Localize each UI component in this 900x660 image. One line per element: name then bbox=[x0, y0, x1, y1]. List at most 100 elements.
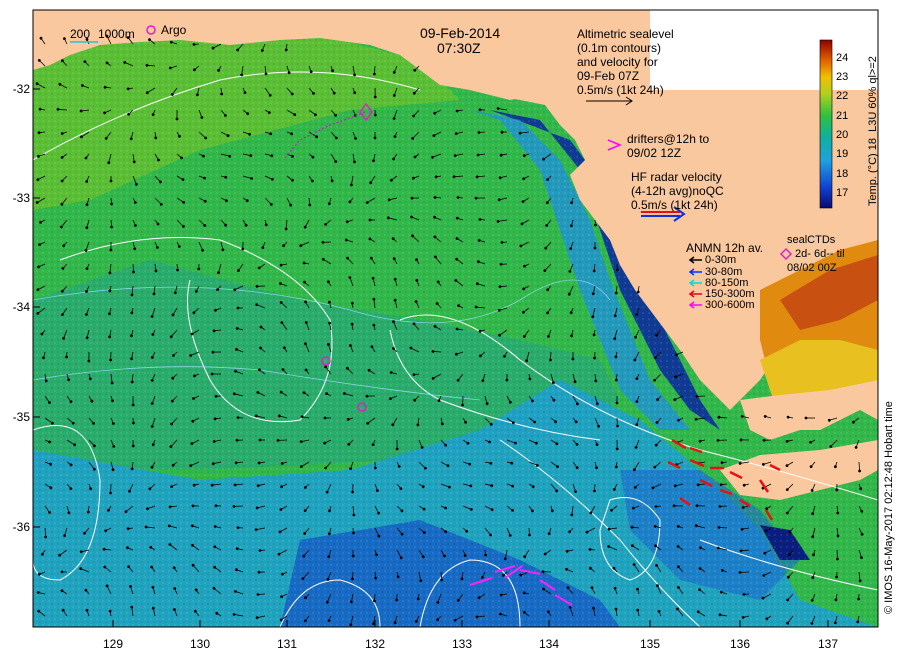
velocity-arrow-head bbox=[152, 292, 156, 296]
velocity-arrow-head bbox=[154, 136, 158, 140]
velocity-arrow-head bbox=[67, 511, 71, 515]
velocity-arrow-head bbox=[474, 305, 478, 309]
velocity-arrow-head bbox=[433, 235, 437, 239]
velocity-arrow-head bbox=[304, 596, 308, 600]
velocity-arrow-head bbox=[410, 196, 414, 200]
velocity-arrow-head bbox=[279, 263, 283, 267]
velocity-arrow-head bbox=[764, 529, 768, 533]
velocity-arrow-head bbox=[130, 334, 133, 338]
velocity-arrow-head bbox=[786, 575, 790, 579]
velocity-arrow-head bbox=[148, 38, 151, 42]
velocity-arrow-head bbox=[110, 202, 113, 206]
velocity-arrow-head bbox=[630, 544, 634, 547]
velocity-arrow-head bbox=[65, 355, 68, 359]
velocity-arrow-head bbox=[278, 530, 282, 534]
y-tick-33: -33 bbox=[12, 191, 30, 205]
velocity-arrow-head bbox=[414, 300, 418, 304]
velocity-arrow-head bbox=[440, 578, 444, 582]
velocity-arrow-head bbox=[324, 222, 328, 226]
velocity-arrow-head bbox=[556, 465, 559, 469]
velocity-arrow-head bbox=[393, 621, 397, 625]
velocity-arrow-head bbox=[85, 267, 89, 271]
velocity-arrow-head bbox=[236, 269, 240, 273]
velocity-arrow-head bbox=[635, 400, 639, 404]
velocity-arrow-head bbox=[543, 269, 547, 273]
velocity-arrow-head bbox=[699, 546, 702, 550]
velocity-arrow-head bbox=[565, 549, 569, 553]
velocity-arrow-head bbox=[514, 441, 517, 445]
velocity-arrow-head bbox=[189, 464, 193, 468]
velocity-arrow-head bbox=[259, 325, 263, 329]
velocity-arrow-head bbox=[528, 377, 532, 381]
colorbar-tick-21: 21 bbox=[836, 110, 849, 122]
velocity-arrow-head bbox=[290, 132, 294, 136]
velocity-arrow-head bbox=[542, 587, 545, 591]
velocity-arrow-head bbox=[234, 568, 238, 572]
velocity-arrow-head bbox=[236, 306, 240, 310]
velocity-arrow-head bbox=[85, 203, 89, 207]
velocity-arrow-head bbox=[788, 530, 792, 534]
velocity-arrow-head bbox=[347, 442, 351, 446]
velocity-arrow-head bbox=[327, 532, 331, 536]
velocity-arrow-head bbox=[349, 467, 353, 471]
velocity-arrow-head bbox=[833, 621, 837, 625]
velocity-arrow-head bbox=[400, 532, 404, 536]
velocity-arrow-head bbox=[501, 574, 505, 577]
velocity-arrow-head bbox=[592, 333, 596, 337]
velocity-arrow-head bbox=[169, 40, 173, 44]
velocity-arrow-head bbox=[303, 486, 307, 489]
velocity-arrow-head bbox=[299, 440, 303, 444]
velocity-arrow-head bbox=[350, 301, 354, 305]
velocity-arrow-head bbox=[569, 311, 573, 315]
velocity-arrow-head bbox=[224, 223, 228, 227]
velocity-arrow-head bbox=[455, 327, 459, 331]
velocity-arrow-head bbox=[211, 462, 215, 466]
velocity-arrow-head bbox=[280, 595, 284, 599]
velocity-arrow-head bbox=[214, 394, 218, 398]
velocity-arrow-head bbox=[144, 525, 148, 529]
velocity-arrow-head bbox=[69, 400, 73, 404]
velocity-arrow-head bbox=[349, 183, 353, 187]
velocity-arrow-head bbox=[698, 439, 702, 443]
velocity-arrow-head bbox=[490, 508, 494, 512]
velocity-arrow-head bbox=[172, 566, 176, 570]
velocity-arrow-head bbox=[48, 440, 51, 444]
velocity-arrow-head bbox=[836, 534, 840, 538]
imos-credit: © IMOS 16-May-2017 02:12:48 Hobart time bbox=[883, 401, 895, 614]
colorbar-tick-24: 24 bbox=[836, 52, 849, 64]
velocity-arrow-head bbox=[569, 247, 573, 251]
velocity-arrow-head bbox=[303, 619, 307, 623]
velocity-arrow-head bbox=[574, 420, 578, 424]
velocity-arrow-head bbox=[71, 421, 75, 425]
velocity-arrow-head bbox=[484, 553, 488, 557]
velocity-arrow-head bbox=[213, 525, 217, 528]
velocity-arrow-head bbox=[633, 358, 637, 362]
velocity-arrow-head bbox=[191, 419, 195, 423]
velocity-arrow-head bbox=[478, 329, 482, 333]
velocity-arrow-head bbox=[264, 72, 268, 76]
velocity-arrow-head bbox=[717, 415, 721, 419]
velocity-arrow-head bbox=[552, 381, 555, 385]
velocity-arrow-head bbox=[44, 379, 48, 383]
velocity-arrow-head bbox=[570, 334, 573, 338]
velocity-arrow-head bbox=[123, 61, 127, 64]
velocity-arrow-head bbox=[279, 390, 283, 394]
velocity-arrow-head bbox=[284, 227, 288, 231]
velocity-arrow-head bbox=[249, 154, 253, 158]
velocity-arrow-head bbox=[742, 483, 746, 487]
velocity-arrow-head bbox=[595, 443, 599, 447]
velocity-arrow-head bbox=[167, 524, 171, 528]
velocity-arrow-head bbox=[150, 378, 154, 382]
velocity-arrow-head bbox=[202, 154, 205, 158]
velocity-arrow-head bbox=[223, 114, 227, 117]
velocity-arrow-head bbox=[212, 586, 216, 590]
velocity-arrow-head bbox=[455, 109, 459, 113]
velocity-arrow-head bbox=[254, 414, 258, 418]
velocity-arrow-head bbox=[108, 335, 112, 339]
velocity-arrow-head bbox=[519, 244, 523, 248]
velocity-arrow-head bbox=[256, 390, 260, 394]
velocity-arrow-head bbox=[575, 442, 579, 446]
velocity-arrow-head bbox=[267, 111, 271, 114]
velocity-arrow-head bbox=[498, 612, 502, 616]
velocity-arrow-head bbox=[69, 463, 73, 467]
